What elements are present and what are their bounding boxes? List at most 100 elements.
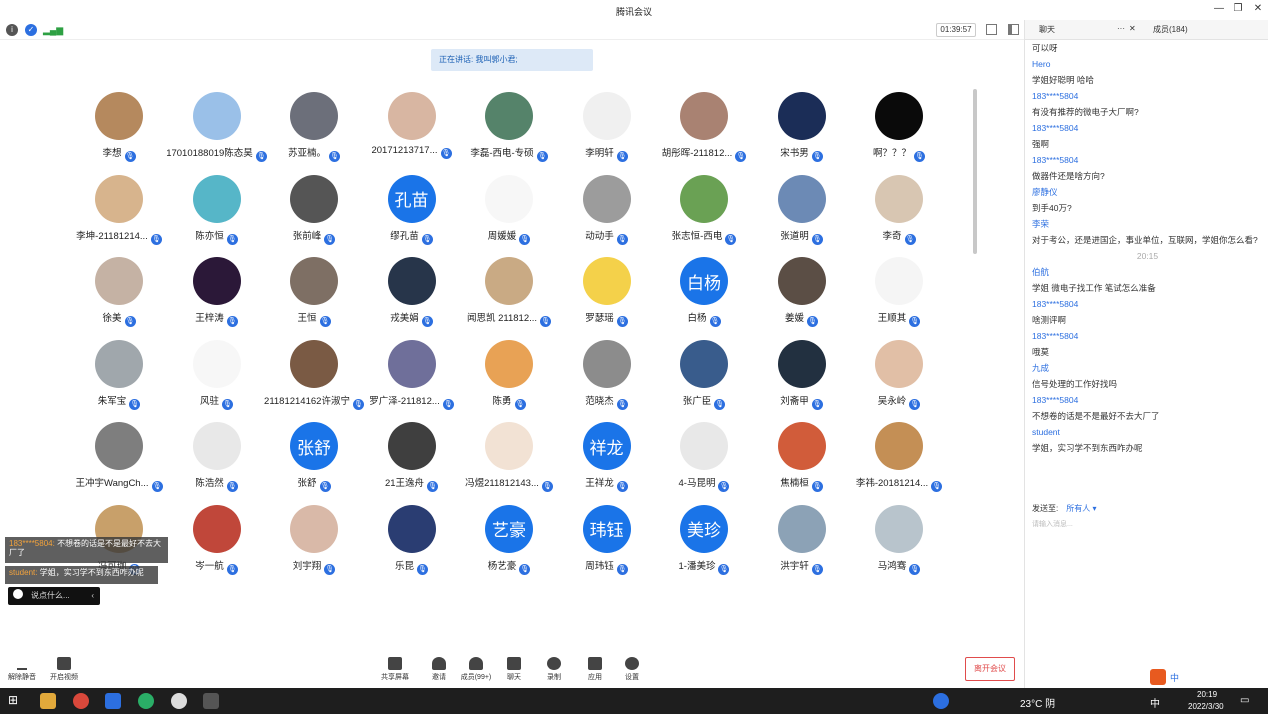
- chat-button[interactable]: 聊天: [494, 657, 534, 682]
- participant-tile[interactable]: 风驻 🎙: [168, 336, 266, 418]
- participant-tile[interactable]: 陈勇 🎙: [460, 336, 558, 418]
- participant-tile[interactable]: 范晓杰 🎙: [558, 336, 656, 418]
- participant-tile[interactable]: 王顺其 🎙: [850, 253, 948, 335]
- maximize-icon[interactable]: ❐: [1231, 3, 1245, 14]
- grid-scrollbar[interactable]: [973, 89, 977, 254]
- participant-tile[interactable]: 姜媛 🎙: [753, 253, 851, 335]
- app-icon[interactable]: [203, 693, 219, 709]
- signal-icon[interactable]: ▂▄▆: [43, 24, 63, 36]
- participant-tile[interactable]: 王冲宇WangCh... 🎙: [70, 418, 168, 500]
- minimize-icon[interactable]: —: [1212, 3, 1226, 14]
- participant-tile[interactable]: 刘宇翔 🎙: [265, 501, 363, 583]
- participant-tile[interactable]: 动动手 🎙: [558, 171, 656, 253]
- windows-start-icon[interactable]: ⊞: [8, 693, 24, 709]
- sogou-icon[interactable]: [1150, 669, 1166, 685]
- invite-button[interactable]: 邀请: [419, 657, 459, 682]
- participant-tile[interactable]: 孔苗 缪孔苗 🎙: [363, 171, 461, 253]
- participant-tile[interactable]: 张广臣 🎙: [655, 336, 753, 418]
- send-to-dropdown[interactable]: 所有人 ▾: [1066, 504, 1096, 513]
- participant-tile[interactable]: 陈亦恒 🎙: [168, 171, 266, 253]
- participant-tile[interactable]: 21王逸舟 🎙: [363, 418, 461, 500]
- participant-tile[interactable]: 王恒 🎙: [265, 253, 363, 335]
- chrome-icon[interactable]: [73, 693, 89, 709]
- info-icon[interactable]: i: [6, 24, 18, 36]
- participant-tile[interactable]: 王梓涛 🎙: [168, 253, 266, 335]
- share-screen-button[interactable]: 共享屏幕: [375, 657, 415, 682]
- tab-chat[interactable]: 聊天: [1039, 24, 1055, 35]
- participant-tile[interactable]: 罗瑟瑶 🎙: [558, 253, 656, 335]
- participant-tile[interactable]: 胡彤晖-211812... 🎙: [655, 88, 753, 170]
- wechat-icon[interactable]: [138, 693, 154, 709]
- participant-tile[interactable]: 马鸿骞 🎙: [850, 501, 948, 583]
- fullscreen-icon[interactable]: [986, 24, 997, 35]
- settings-button[interactable]: 设置: [612, 657, 652, 682]
- participant-tile[interactable]: 罗广泽-211812... 🎙: [363, 336, 461, 418]
- clock-date[interactable]: 2022/3/30: [1188, 702, 1224, 711]
- participant-tile[interactable]: 宋书男 🎙: [753, 88, 851, 170]
- participant-tile[interactable]: 焦楠桓 🎙: [753, 418, 851, 500]
- participant-tile[interactable]: 张舒 张舒 🎙: [265, 418, 363, 500]
- participant-tile[interactable]: 李祎-20181214... 🎙: [850, 418, 948, 500]
- participant-tile[interactable]: 李奇 🎙: [850, 171, 948, 253]
- ime-toolbar[interactable]: 中: [1150, 668, 1265, 686]
- members-button[interactable]: 成员(99+): [456, 657, 496, 682]
- participant-tile[interactable]: 张前峰 🎙: [265, 171, 363, 253]
- mute-button[interactable]: 解除静音: [2, 657, 42, 682]
- chat-input[interactable]: 请输入消息...: [1032, 519, 1073, 529]
- participant-tile[interactable]: 张道明 🎙: [753, 171, 851, 253]
- participant-name: 缪孔苗: [390, 230, 419, 242]
- participant-tile[interactable]: 徐美 🎙: [70, 253, 168, 335]
- participant-tile[interactable]: 冯煜211812143... 🎙: [460, 418, 558, 500]
- participant-tile[interactable]: 白杨 白杨 🎙: [655, 253, 753, 335]
- participant-tile[interactable]: 美珍 1-潘美珍 🎙: [655, 501, 753, 583]
- participant-tile[interactable]: 岑一航 🎙: [168, 501, 266, 583]
- participant-tile[interactable]: 20171213717... 🎙: [363, 88, 461, 170]
- participant-tile[interactable]: 吴永岭 🎙: [850, 336, 948, 418]
- collapse-icon[interactable]: ‹: [91, 587, 94, 605]
- participant-tile[interactable]: 李明轩 🎙: [558, 88, 656, 170]
- participant-tile[interactable]: 乐昆 🎙: [363, 501, 461, 583]
- emoji-icon[interactable]: [13, 589, 23, 599]
- participant-tile[interactable]: 苏亚楠。 🎙: [265, 88, 363, 170]
- participant-tile[interactable]: 祥龙 王祥龙 🎙: [558, 418, 656, 500]
- microphone-icon: 🎙: [811, 398, 823, 410]
- tencent-meeting-icon[interactable]: [105, 693, 121, 709]
- participant-tile[interactable]: 张志恒-西电 🎙: [655, 171, 753, 253]
- participant-tile[interactable]: 周媛媛 🎙: [460, 171, 558, 253]
- help-icon[interactable]: [933, 693, 949, 709]
- participant-tile[interactable]: 朱军宝 🎙: [70, 336, 168, 418]
- sidebar-toggle-icon[interactable]: [1008, 24, 1019, 35]
- close-icon[interactable]: ✕: [1251, 3, 1265, 14]
- shield-icon[interactable]: ✓: [25, 24, 37, 36]
- apps-button[interactable]: 应用: [575, 657, 615, 682]
- participant-tile[interactable]: 李想 🎙: [70, 88, 168, 170]
- close-chat-icon[interactable]: ✕: [1129, 24, 1136, 33]
- participant-tile[interactable]: 玮钰 周玮钰 🎙: [558, 501, 656, 583]
- participant-tile[interactable]: 21181214162许淑宁 🎙: [264, 336, 364, 418]
- participant-tile[interactable]: 李坤-21181214... 🎙: [70, 171, 168, 253]
- file-explorer-icon[interactable]: [40, 693, 56, 709]
- app-icon[interactable]: [171, 693, 187, 709]
- participant-tile[interactable]: 4-马昆明 🎙: [655, 418, 753, 500]
- participant-tile[interactable]: 艺豪 杨艺豪 🎙: [460, 501, 558, 583]
- participant-tile[interactable]: 刘斋甲 🎙: [753, 336, 851, 418]
- participant-tile[interactable]: 李磊-西电-专硕 🎙: [460, 88, 558, 170]
- participant-tile[interactable]: 闻思凯 211812... 🎙: [460, 253, 558, 335]
- clock-time[interactable]: 20:19: [1197, 690, 1217, 699]
- ime-mode[interactable]: 中: [1170, 671, 1179, 684]
- tab-members[interactable]: 成员(184): [1153, 24, 1188, 35]
- chat-message: 哦莫: [1032, 347, 1050, 357]
- record-button[interactable]: 录制: [534, 657, 574, 682]
- weather[interactable]: 23°C 阴: [1020, 695, 1055, 710]
- participant-tile[interactable]: 洪宇轩 🎙: [753, 501, 851, 583]
- participant-tile[interactable]: 17010188019陈态昊 🎙: [166, 88, 267, 170]
- participant-tile[interactable]: 戎美娟 🎙: [363, 253, 461, 335]
- leave-meeting-button[interactable]: 离开会议: [965, 657, 1015, 681]
- participant-tile[interactable]: 陈浩然 🎙: [168, 418, 266, 500]
- participant-tile[interactable]: 啊？？？ 🎙: [850, 88, 948, 170]
- notification-icon[interactable]: ▭: [1240, 695, 1249, 706]
- ime-indicator[interactable]: 中: [1150, 695, 1160, 710]
- more-icon[interactable]: ···: [1117, 24, 1125, 33]
- video-button[interactable]: 开启视频: [44, 657, 84, 682]
- quick-chat-input[interactable]: 说点什么... ‹: [8, 587, 100, 605]
